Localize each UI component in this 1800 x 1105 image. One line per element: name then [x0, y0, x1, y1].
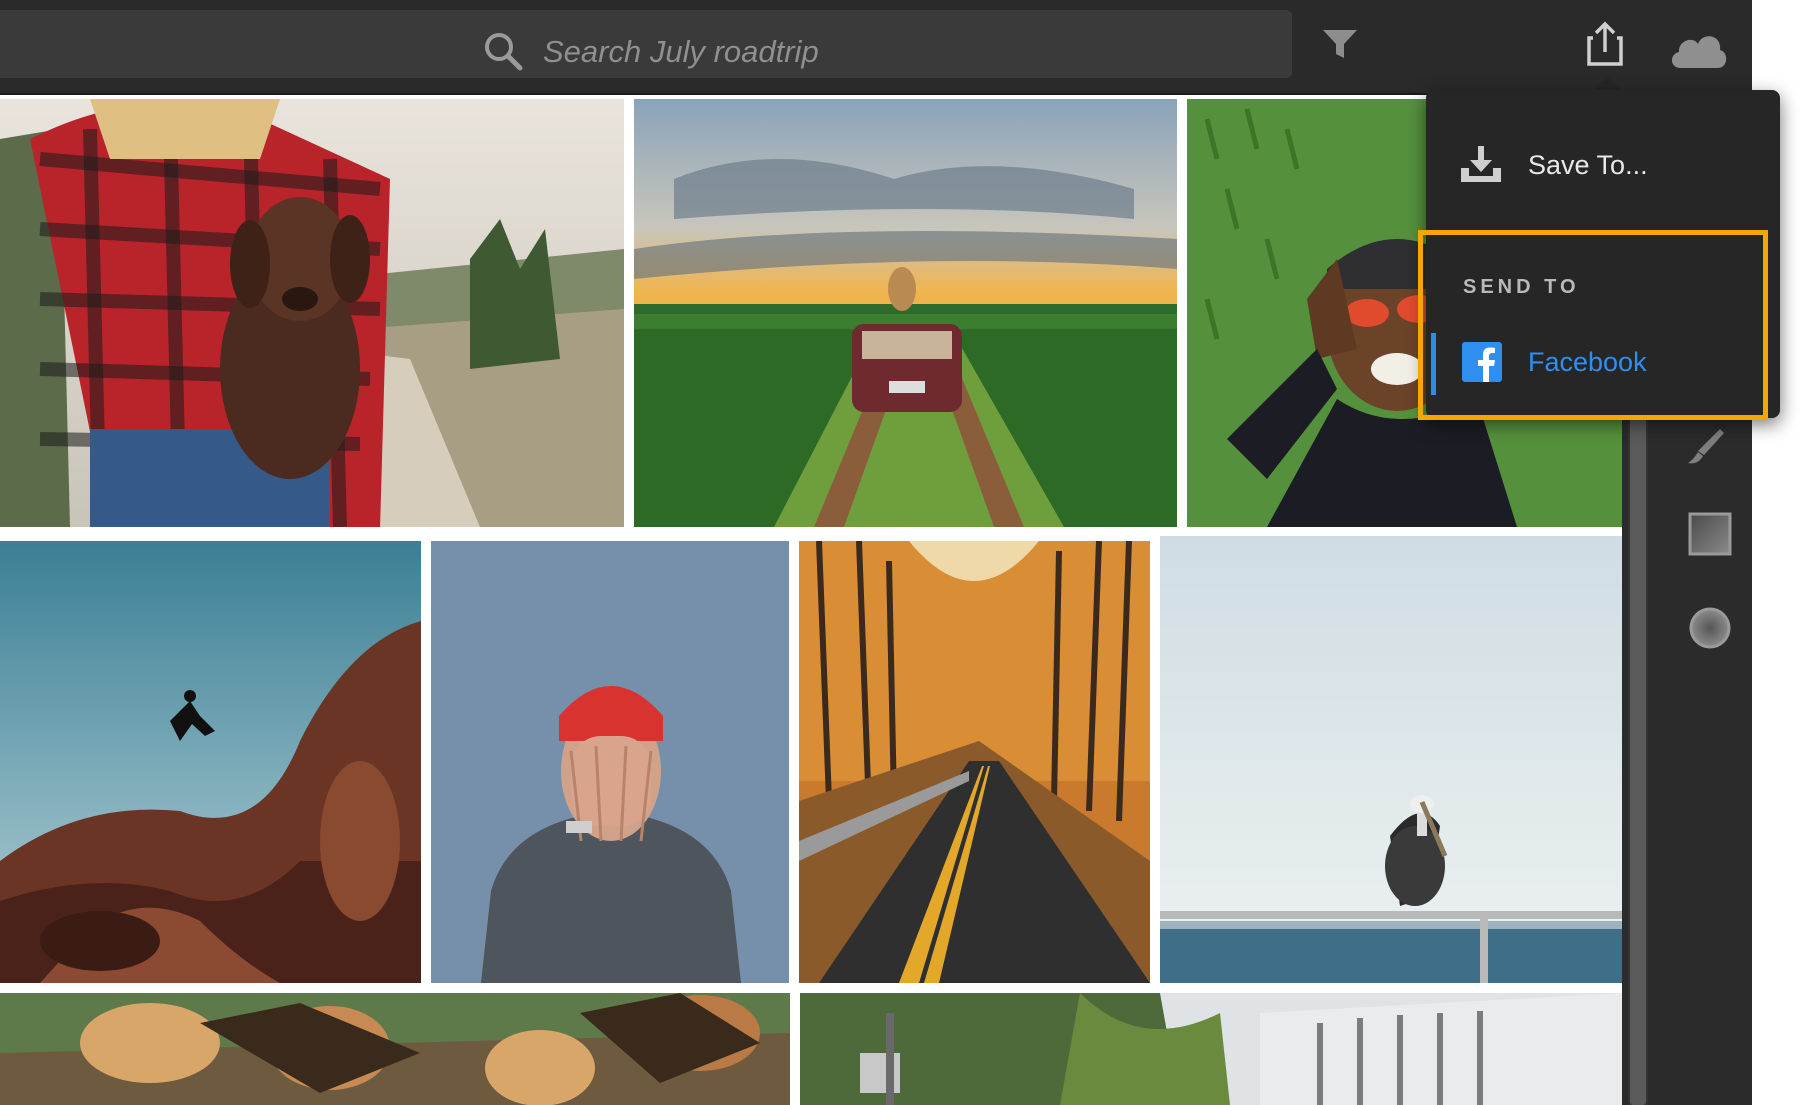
filter-icon[interactable] [1322, 28, 1358, 60]
photo-cut-logs[interactable] [0, 993, 790, 1105]
facebook-label: Facebook [1528, 347, 1647, 377]
search-input[interactable]: Search July roadtrip [543, 34, 819, 70]
facebook-icon [1462, 342, 1502, 382]
top-toolbar: Search July roadtrip [0, 0, 1752, 95]
search-bar[interactable]: Search July roadtrip [0, 10, 1292, 78]
save-to-label: Save To... [1528, 150, 1648, 180]
photo-city-street[interactable] [800, 993, 1622, 1105]
save-to-menu-item[interactable]: Save To... [1426, 130, 1780, 210]
photo-pelican-on-rail[interactable] [1160, 536, 1622, 983]
search-icon [485, 33, 523, 71]
photo-woman-with-dog[interactable] [0, 99, 624, 527]
share-icon[interactable] [1585, 20, 1625, 68]
download-icon [1461, 146, 1501, 182]
photo-autumn-road[interactable] [799, 541, 1150, 983]
cloud-icon[interactable] [1668, 26, 1728, 70]
radial-circle-icon[interactable] [1688, 606, 1732, 650]
photo-car-in-cornfield[interactable] [634, 99, 1177, 527]
share-menu: Save To... SEND TO Facebook [1426, 90, 1780, 418]
send-to-heading: SEND TO [1463, 276, 1580, 298]
send-to-section: SEND TO Facebook [1426, 230, 1780, 418]
brush-icon[interactable] [1686, 425, 1726, 465]
gradient-square-icon[interactable] [1688, 512, 1732, 556]
photo-jump-over-rocks[interactable] [0, 541, 421, 983]
photo-man-covering-face[interactable] [431, 541, 789, 983]
facebook-menu-item[interactable]: Facebook [1426, 325, 1780, 395]
photo-grid [0, 95, 1627, 1105]
selection-indicator [1431, 333, 1436, 395]
